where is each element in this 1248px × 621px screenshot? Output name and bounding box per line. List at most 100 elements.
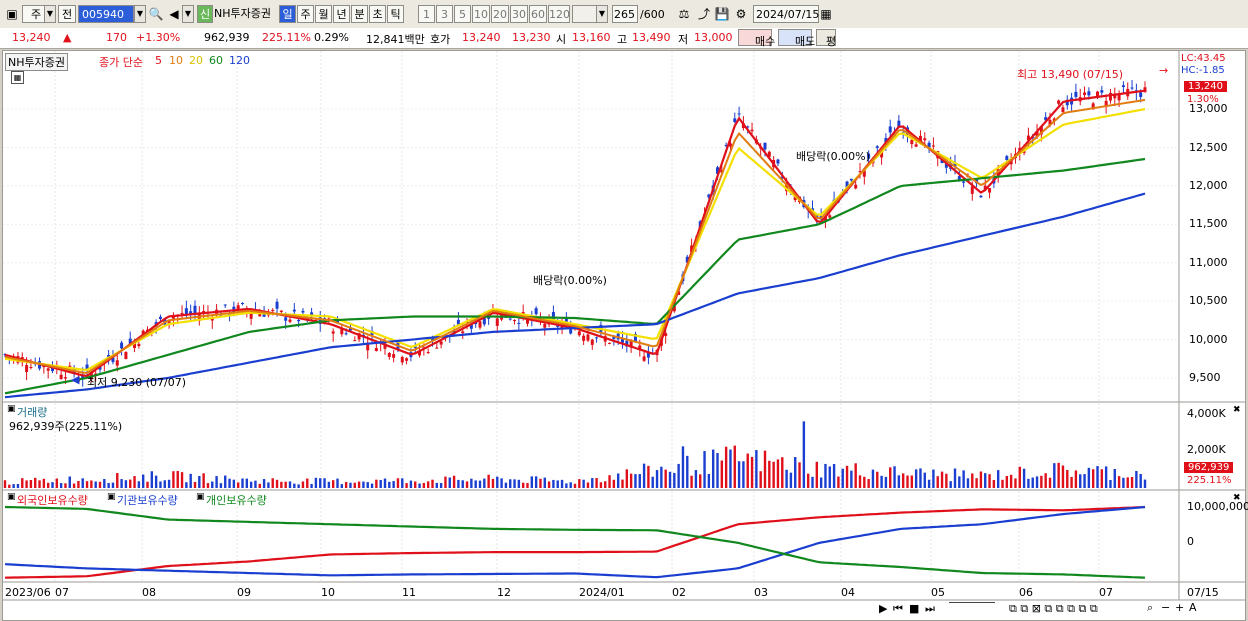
minute-tab-10[interactable]: 10 — [472, 5, 490, 23]
save-icon[interactable]: 💾 — [714, 5, 730, 23]
candle-body — [569, 329, 573, 334]
change-value: 170 — [106, 31, 127, 44]
volume-bar — [746, 453, 749, 488]
minute-dropdown-icon[interactable]: ▼ — [596, 5, 608, 23]
stock-name-label: NH투자증권 — [214, 7, 271, 20]
minute-tab-30[interactable]: 30 — [510, 5, 528, 23]
volume-bar — [1122, 477, 1125, 488]
minute-tab-5[interactable]: 5 — [454, 5, 471, 23]
trend-tool-icon[interactable]: ⤴ — [696, 5, 712, 23]
volume-bar — [146, 481, 149, 488]
candle-body — [271, 310, 275, 312]
minute-tab-120[interactable]: 120 — [548, 5, 570, 23]
period-tab-5[interactable]: 초 — [369, 5, 386, 23]
code-dropdown-icon[interactable]: ▼ — [134, 5, 146, 23]
stop-icon[interactable]: ■ — [909, 602, 919, 615]
eval-button[interactable]: 평 — [816, 29, 836, 48]
panel-stock-name-label: NH투자증권 — [8, 56, 65, 69]
volume-bar — [103, 478, 106, 488]
volume-bar — [539, 478, 542, 488]
volume-bar — [172, 471, 175, 488]
volume-bar — [595, 478, 598, 488]
date-input[interactable]: 2024/07/15 — [753, 5, 819, 23]
volume-bar — [293, 483, 296, 488]
minute-tab-1[interactable]: 1 — [418, 5, 435, 23]
volume-bar — [193, 481, 197, 488]
scroll-start-icon[interactable]: ⏮ — [893, 602, 903, 616]
gear-icon[interactable]: ⚙ — [733, 5, 749, 23]
volume-bar — [677, 463, 680, 488]
volume-bar — [953, 468, 957, 488]
volume-current-pct: 225.11% — [1187, 475, 1232, 486]
period-tab-1[interactable]: 주 — [297, 5, 314, 23]
candle-body — [275, 301, 279, 309]
scroll-end-icon[interactable]: ⏭ — [925, 602, 935, 616]
table-toggle-icon[interactable]: ▦ — [11, 71, 24, 84]
volume-bar — [785, 469, 788, 488]
search-icon[interactable]: 🔍 — [148, 5, 164, 23]
volume-bar — [599, 482, 603, 488]
zoom-in-icon[interactable]: + — [1175, 601, 1184, 614]
candle-body — [586, 334, 590, 341]
period-tab-2[interactable]: 월 — [315, 5, 332, 23]
ma-line-5 — [4, 89, 1146, 378]
zoom-search-icon[interactable]: ⌕ — [1147, 601, 1153, 615]
ma-line-10 — [4, 98, 1146, 374]
type-select[interactable]: 전 — [58, 5, 76, 23]
volume-bar — [271, 478, 274, 488]
sell-button[interactable]: 매도 — [778, 29, 815, 48]
zoom-out-icon[interactable]: − — [1161, 601, 1170, 614]
legend-institution: 기관보유수량 — [117, 494, 178, 507]
minute-tab-20[interactable]: 20 — [491, 5, 509, 23]
code-input[interactable]: 005940 — [78, 5, 134, 23]
volume-bar — [8, 484, 11, 488]
window-menu-icon[interactable]: ▣ — [4, 5, 20, 23]
holding-panel-close-icon[interactable]: ✖ — [1233, 493, 1241, 503]
volume-bar — [824, 463, 827, 488]
chart-canvas[interactable] — [3, 51, 1245, 620]
speaker-dropdown-icon[interactable]: ▼ — [182, 5, 194, 23]
period-tab-3[interactable]: 년 — [333, 5, 350, 23]
volume-bar — [219, 483, 223, 488]
volume-bar — [984, 473, 987, 488]
layout-icons[interactable]: ⧉ ⧉ ⊠ ⧉ ⧉ ⧉ ⧉ ⧉ — [1009, 602, 1098, 616]
volume-bar — [629, 473, 633, 488]
scroll-right-icon[interactable]: ▶ — [879, 602, 887, 615]
speaker-icon[interactable]: ◀ — [166, 5, 182, 23]
volume-bar — [224, 475, 227, 488]
volume-bar — [634, 474, 637, 488]
period-tab-4[interactable]: 분 — [351, 5, 368, 23]
chart-area[interactable]: NH투자증권 종가 단순 5 10 20 60 120 ▦ LC:43.45 H… — [2, 50, 1248, 621]
minute-tab-3[interactable]: 3 — [436, 5, 453, 23]
high-annotation: 최고 13,490 (07/15) — [1017, 68, 1124, 81]
volume-bar — [370, 483, 374, 488]
indicator-icon[interactable]: ⚖ — [676, 5, 692, 23]
volume-bar — [755, 450, 758, 488]
candle-body — [733, 118, 737, 123]
period-tab-6[interactable]: 틱 — [387, 5, 404, 23]
volume-bar — [496, 476, 499, 488]
volume-bar — [431, 479, 434, 488]
holding-panel-marker-icon: ▣ — [7, 492, 16, 502]
volume-bar — [457, 479, 460, 488]
volume-bar — [863, 476, 866, 488]
count-input[interactable]: 265 — [612, 5, 638, 23]
zoom-slider[interactable] — [949, 602, 995, 603]
volume-bar — [388, 481, 391, 488]
volume-bar — [569, 482, 572, 488]
font-size-icon[interactable]: A — [1189, 601, 1197, 614]
market-dropdown-icon[interactable]: ▼ — [44, 5, 56, 23]
volume-bar — [552, 479, 555, 488]
period-tab-0[interactable]: 일 — [279, 5, 296, 23]
candle-body — [284, 317, 288, 321]
volume-panel-close-icon[interactable]: ✖ — [1233, 405, 1241, 415]
calendar-icon[interactable]: ▦ — [818, 5, 834, 23]
minute-tab-60[interactable]: 60 — [529, 5, 547, 23]
volume-bar — [3, 480, 7, 488]
x-label: 08 — [142, 586, 156, 599]
volume-bar — [366, 482, 369, 488]
volume-bar — [141, 474, 145, 488]
volume-bar — [284, 481, 287, 488]
buy-button[interactable]: 매수 — [738, 29, 775, 48]
volume-bar — [509, 479, 512, 488]
